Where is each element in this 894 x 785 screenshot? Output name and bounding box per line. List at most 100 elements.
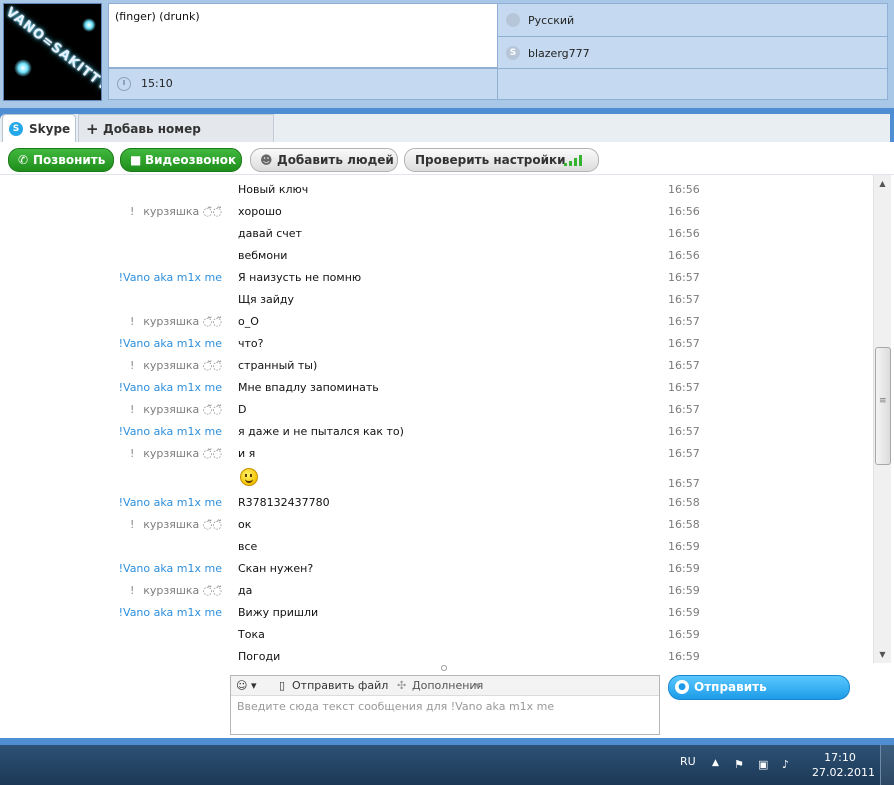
- message-sender[interactable]: !Vano aka m1x me: [119, 271, 222, 284]
- call-toolbar: ✆ Позвонить ■ Видеозвонок ☻ Добавить люд…: [0, 142, 894, 175]
- message-input[interactable]: Введите сюда текст сообщения для !Vano a…: [237, 700, 554, 713]
- check-settings-button[interactable]: Проверить настройки: [404, 148, 599, 172]
- message-text: ок: [238, 518, 252, 531]
- message-text: хорошо: [238, 205, 282, 218]
- chat-message-row: !Vano aka m1x me я даже и не пытался как …: [0, 421, 872, 443]
- chat-message-row: !Vano aka m1x me Скан нужен? 16:59: [0, 558, 872, 580]
- message-sender[interactable]: курзяшка ◌̃◌̃: [143, 315, 222, 328]
- profile-header: VANO=SAKITTY (finger) (drunk) 15:10 Русс…: [0, 0, 894, 108]
- message-mark: !: [130, 518, 135, 531]
- chat-message-row: !Vano aka m1x me R378132437780 16:58: [0, 492, 872, 514]
- message-text: я даже и не пытался как то): [238, 425, 404, 438]
- message-sender[interactable]: !Vano aka m1x me: [119, 606, 222, 619]
- chat-message-row: !Vano aka m1x me что? 16:57: [0, 333, 872, 355]
- clock-date: 27.02.2011: [812, 766, 875, 779]
- message-time: 16:59: [668, 562, 700, 575]
- tab-bar: S Skype + Добавь номер телефона: [0, 108, 894, 164]
- message-time: 16:59: [668, 540, 700, 553]
- message-text: Погоди: [238, 650, 281, 663]
- message-text: странный ты): [238, 359, 318, 372]
- message-sender[interactable]: курзяшка ◌̃◌̃: [143, 359, 222, 372]
- show-desktop-button[interactable]: [880, 745, 894, 785]
- message-text: R378132437780: [238, 496, 330, 509]
- skype-name-field: S blazerg777: [497, 36, 888, 70]
- message-sender[interactable]: !Vano aka m1x me: [119, 562, 222, 575]
- tab-skype[interactable]: S Skype: [2, 114, 76, 143]
- volume-icon[interactable]: ♪: [782, 758, 789, 771]
- chat-message-row: ! курзяшка ◌̃◌̃ D 16:57: [0, 399, 872, 421]
- chat-message-row: Новый ключ 16:56: [0, 179, 872, 201]
- message-time: 16:57: [668, 381, 700, 394]
- mood-message[interactable]: (finger) (drunk): [108, 3, 498, 68]
- message-sender[interactable]: !Vano aka m1x me: [119, 425, 222, 438]
- message-text: Мне впадлу запоминать: [238, 381, 379, 394]
- call-button[interactable]: ✆ Позвонить: [8, 148, 114, 172]
- scroll-down-arrow-icon[interactable]: ▼: [874, 646, 891, 663]
- message-sender[interactable]: курзяшка ◌̃◌̃: [143, 403, 222, 416]
- chat-message-row: Щя зайду 16:57: [0, 289, 872, 311]
- skype-icon: S: [9, 122, 23, 136]
- empty-info-field: [497, 68, 888, 100]
- chat-history[interactable]: Новый ключ 16:56! курзяшка ◌̃◌̃ хорошо 16:56…: [0, 175, 872, 663]
- message-mark: !: [130, 359, 135, 372]
- message-sender[interactable]: курзяшка ◌̃◌̃: [143, 518, 222, 531]
- chat-message-row: ! курзяшка ◌̃◌̃ да 16:59: [0, 580, 872, 602]
- composer-toolbar: ☺ ▾ ▯ Отправить файл ✣ Дополнения ▾: [231, 676, 659, 696]
- message-mark: !: [130, 403, 135, 416]
- message-sender[interactable]: курзяшка ◌̃◌̃: [143, 447, 222, 460]
- message-sender[interactable]: !Vano aka m1x me: [119, 496, 222, 509]
- message-time: 16:59: [668, 606, 700, 619]
- clock-icon: [117, 77, 131, 91]
- flag-icon[interactable]: ⚑: [734, 758, 744, 771]
- clock-time: 17:10: [824, 751, 856, 764]
- resize-handle[interactable]: [441, 665, 447, 671]
- language-indicator[interactable]: RU: [680, 755, 696, 768]
- message-text: да: [238, 584, 253, 597]
- extras-button[interactable]: Дополнения: [412, 679, 483, 692]
- message-time: 16:57: [668, 293, 700, 306]
- message-time: 16:57: [668, 477, 700, 490]
- window-frame: [0, 738, 894, 745]
- network-icon[interactable]: ▣: [758, 758, 768, 771]
- add-people-button[interactable]: ☻ Добавить людей: [250, 148, 398, 172]
- camera-icon: ■: [130, 153, 142, 167]
- chat-scrollbar[interactable]: ▲ ▼: [873, 175, 891, 663]
- message-time: 16:57: [668, 425, 700, 438]
- chat-message-row: !Vano aka m1x me Я наизусть не помню 16:57: [0, 267, 872, 289]
- chat-message-row: все 16:59: [0, 536, 872, 558]
- message-sender[interactable]: !Vano aka m1x me: [119, 337, 222, 350]
- message-text: вебмони: [238, 249, 288, 262]
- chat-message-row: Тока 16:59: [0, 624, 872, 646]
- message-sender[interactable]: !Vano aka m1x me: [119, 381, 222, 394]
- message-sender[interactable]: курзяшка ◌̃◌̃: [143, 584, 222, 597]
- send-message-button[interactable]: ● Отправить сообщение: [668, 675, 850, 717]
- send-file-button[interactable]: Отправить файл: [292, 679, 388, 692]
- language-value: Русский: [528, 14, 575, 27]
- message-text: Щя зайду: [238, 293, 294, 306]
- chat-message-row: давай счет 16:56: [0, 223, 872, 245]
- people-icon: ☻: [260, 153, 273, 167]
- skype-icon: S: [506, 46, 520, 60]
- taskbar-clock[interactable]: 17:10 27.02.2011: [812, 750, 875, 780]
- message-text: Скан нужен?: [238, 562, 314, 575]
- message-sender[interactable]: курзяшка ◌̃◌̃: [143, 205, 222, 218]
- tab-add-phone[interactable]: + Добавь номер телефона: [78, 114, 274, 164]
- scroll-up-arrow-icon[interactable]: ▲: [874, 175, 891, 192]
- add-people-label: Добавить людей: [277, 153, 394, 167]
- emoticons-button[interactable]: ☺ ▾: [236, 679, 257, 692]
- flare-icon: [14, 59, 32, 77]
- message-time: 16:58: [668, 496, 700, 509]
- local-time-value: 15:10: [141, 77, 173, 90]
- video-call-button[interactable]: ■ Видеозвонок: [120, 148, 242, 172]
- scrollbar-thumb[interactable]: [875, 347, 891, 465]
- local-time-field: 15:10: [108, 68, 498, 100]
- puzzle-icon: ✣: [397, 679, 407, 692]
- chat-message-row: !Vano aka m1x me Мне впадлу запоминать 16:…: [0, 377, 872, 399]
- chat-message-row: ! курзяшка ◌̃◌̃ и я 16:57: [0, 443, 872, 465]
- tray-expand-icon[interactable]: ▲: [712, 758, 719, 768]
- message-text: что?: [238, 337, 264, 350]
- chat-message-row: ! курзяшка ◌̃◌̃ ок 16:58: [0, 514, 872, 536]
- avatar[interactable]: VANO=SAKITTY: [3, 3, 102, 101]
- chat-message-row: ! курзяшка ◌̃◌̃ о_О 16:57: [0, 311, 872, 333]
- send-message-label: Отправить сообщение: [694, 680, 773, 717]
